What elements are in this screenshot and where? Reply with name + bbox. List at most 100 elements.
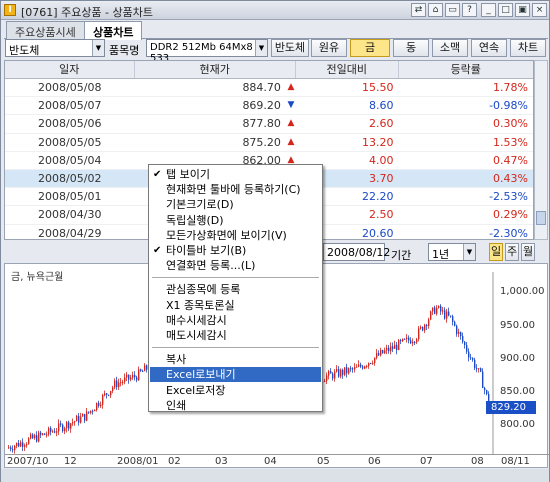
menu-item-label: 타이틀바 보기(B) <box>166 244 247 257</box>
candle-body <box>64 428 66 432</box>
menu-item[interactable]: 모든가상화면에 보이기(V) <box>150 228 321 243</box>
candle-body <box>54 431 56 433</box>
candle-body <box>138 369 140 381</box>
menu-item[interactable]: Excel로보내기 <box>150 367 321 383</box>
candle-body <box>434 307 436 314</box>
candle-body <box>430 311 432 320</box>
candle-body <box>96 402 98 410</box>
table-row[interactable]: 2008/05/05 875.20 ▲ 13.20 1.53% <box>5 134 533 152</box>
candle-body <box>452 316 454 322</box>
category-select[interactable]: 반도체 ▼ <box>5 39 105 57</box>
btn-gold[interactable]: 금 <box>350 39 390 57</box>
restore-button[interactable]: ▣ <box>515 3 530 17</box>
col-price[interactable]: 현재가 <box>135 61 296 78</box>
menu-item[interactable]: 현재화면 툴바에 등록하기(C) <box>150 182 321 197</box>
btn-copper[interactable]: 동 <box>393 39 429 57</box>
pin-icon[interactable]: ⌂ <box>428 3 443 17</box>
link-icon[interactable]: ⇄ <box>411 3 426 17</box>
tab-main-quotes[interactable]: 주요상품시세 <box>6 21 85 39</box>
menu-separator <box>152 277 319 279</box>
menu-separator <box>152 347 319 349</box>
candle-body <box>82 414 84 417</box>
x-tick-label: 2008/01 <box>117 456 159 467</box>
candle-body <box>52 431 54 433</box>
candle-body <box>442 310 444 312</box>
check-icon: ✔ <box>153 245 162 256</box>
end-date-field[interactable]: 2008/08/12 <box>323 243 390 261</box>
title-bar[interactable]: I [0761] 주요상품 - 상품차트 ⇄ ⌂ ▭ ? _ □ ▣ × <box>1 1 549 20</box>
candle-body <box>486 390 488 394</box>
menu-item-label: 관심종목에 등록 <box>166 283 241 297</box>
candle-body <box>330 371 332 374</box>
candle-body <box>60 423 62 425</box>
maximize-button[interactable]: □ <box>498 3 513 17</box>
menu-item[interactable]: ✔ 타이틀바 보기(B) <box>150 243 321 258</box>
btn-weekly[interactable]: 주 <box>505 243 519 261</box>
period-value: 1년 <box>432 248 450 261</box>
candle-body <box>124 377 126 382</box>
x-tick-label: 02 <box>168 456 181 467</box>
candle-body <box>480 368 482 372</box>
candle-body <box>130 377 132 380</box>
candle-body <box>478 368 480 370</box>
table-row[interactable]: 2008/05/07 869.20 ▼ 8.60 -0.98% <box>5 97 533 116</box>
cell-change: 15.50 <box>362 81 394 94</box>
candle-body <box>360 364 362 367</box>
btn-wheat[interactable]: 소맥 <box>432 39 468 57</box>
menu-item[interactable]: 복사 <box>150 352 321 367</box>
candle-body <box>126 374 128 378</box>
cell-change: 8.60 <box>369 99 394 113</box>
item-select[interactable]: DDR2 512Mb 64Mx8 533 ▼ <box>146 39 268 64</box>
candle-body <box>12 449 14 451</box>
minimize-button[interactable]: _ <box>481 3 496 17</box>
menu-item[interactable]: 연결화면 등록...(L) <box>150 258 321 273</box>
btn-semiconductor[interactable]: 반도체 <box>271 39 309 57</box>
chart-scroll-bar[interactable] <box>1 469 549 482</box>
btn-crude-oil[interactable]: 원유 <box>311 39 347 57</box>
candle-body <box>58 423 60 432</box>
candle-body <box>340 369 342 377</box>
chevron-down-icon: ▼ <box>463 244 475 260</box>
candle-body <box>68 422 70 429</box>
candle-body <box>382 350 384 354</box>
candle-body <box>132 374 134 378</box>
table-row[interactable]: 2008/05/08 884.70 ▲ 15.50 1.78% <box>5 79 533 98</box>
col-date[interactable]: 일자 <box>5 61 135 78</box>
menu-item[interactable]: X1 종목토론실 <box>150 298 321 313</box>
close-button[interactable]: × <box>532 3 547 17</box>
candle-body <box>36 435 38 442</box>
candle-body <box>88 411 90 413</box>
cell-date: 2008/05/07 <box>38 99 102 113</box>
menu-item-label: 복사 <box>166 353 187 367</box>
candle-body <box>110 390 112 396</box>
scroll-thumb[interactable] <box>536 211 546 225</box>
menu-item-label: Excel로저장 <box>166 383 226 397</box>
candle-body <box>134 374 136 378</box>
menu-item[interactable]: Excel로저장 <box>150 383 321 398</box>
col-rate[interactable]: 등락률 <box>399 61 533 78</box>
help-icon[interactable]: ? <box>462 3 477 17</box>
candle-body <box>90 410 92 413</box>
menu-item[interactable]: 기본크기로(D) <box>150 197 321 212</box>
screen-icon[interactable]: ▭ <box>445 3 460 17</box>
tab-product-chart[interactable]: 상품차트 <box>84 21 143 40</box>
table-row[interactable]: 2008/05/06 877.80 ▲ 2.60 0.30% <box>5 115 533 134</box>
candle-body <box>390 346 392 352</box>
menu-item[interactable]: 매수시세감시 <box>150 313 321 328</box>
menu-item[interactable]: 인쇄 <box>150 398 321 413</box>
period-label: 기간 <box>391 249 412 262</box>
table-scrollbar[interactable] <box>534 60 548 240</box>
col-change[interactable]: 전일대비 <box>296 61 399 78</box>
cell-date: 2008/05/08 <box>38 81 102 94</box>
menu-item[interactable]: 매도시세감시 <box>150 328 321 343</box>
cell-rate: 0.43% <box>493 171 528 185</box>
btn-continuous[interactable]: 연속 <box>471 39 507 57</box>
menu-item[interactable]: 관심종목에 등록 <box>150 282 321 297</box>
btn-monthly[interactable]: 월 <box>521 243 535 261</box>
btn-daily[interactable]: 일 <box>489 243 503 261</box>
menu-item[interactable]: 독립실행(D) <box>150 213 321 228</box>
candle-body <box>140 369 142 372</box>
menu-item[interactable]: ✔ 탭 보이기 <box>150 167 321 182</box>
btn-chart[interactable]: 차트 <box>510 39 546 57</box>
period-select[interactable]: 1년 ▼ <box>428 243 476 261</box>
